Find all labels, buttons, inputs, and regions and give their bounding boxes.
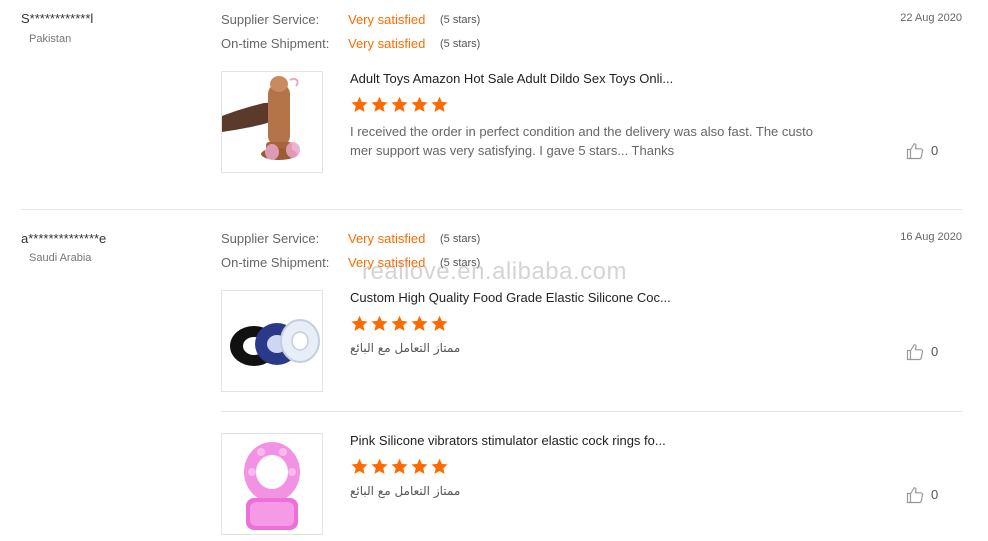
rating-stars bbox=[350, 96, 450, 118]
star-icon bbox=[410, 96, 429, 113]
star-icon bbox=[390, 96, 409, 113]
review-text: ممتاز التعامل مع البائع bbox=[350, 341, 461, 355]
shipment-label: On-time Shipment: bbox=[221, 255, 330, 270]
supplier-service-label: Supplier Service: bbox=[221, 231, 320, 246]
supplier-service-value: Very satisfied bbox=[348, 231, 426, 246]
star-icon bbox=[370, 96, 389, 113]
star-icon bbox=[390, 458, 409, 475]
star-icon bbox=[410, 315, 429, 332]
like-count: 0 bbox=[931, 143, 939, 158]
review-divider bbox=[21, 209, 962, 210]
buyer-country: Saudi Arabia bbox=[29, 252, 92, 264]
buyer-name: a**************e bbox=[21, 231, 107, 246]
review-text: I received the order in perfect conditio… bbox=[350, 122, 850, 160]
star-icon bbox=[350, 458, 369, 475]
thumbs-up-icon bbox=[906, 486, 924, 504]
product-thumbnail[interactable] bbox=[221, 71, 323, 173]
product-divider bbox=[221, 411, 962, 412]
product-thumbnail[interactable] bbox=[221, 290, 323, 392]
product-image bbox=[222, 291, 322, 391]
rating-stars bbox=[350, 315, 450, 337]
shipment-stars: (5 stars) bbox=[440, 38, 481, 50]
thumbs-up-icon bbox=[906, 343, 924, 361]
product-image bbox=[222, 434, 322, 534]
star-icon bbox=[350, 96, 369, 113]
shipment-value: Very satisfied bbox=[348, 36, 426, 51]
supplier-service-value: Very satisfied bbox=[348, 12, 426, 27]
like-count: 0 bbox=[931, 487, 939, 502]
star-icon bbox=[370, 315, 389, 332]
thumbs-up-icon bbox=[906, 142, 924, 160]
buyer-country: Pakistan bbox=[29, 33, 72, 45]
product-name-link[interactable]: Custom High Quality Food Grade Elastic S… bbox=[350, 290, 671, 305]
watermark: reallove.en.alibaba.com bbox=[362, 258, 627, 285]
review-date: 22 Aug 2020 bbox=[900, 12, 962, 24]
supplier-service-label: Supplier Service: bbox=[221, 12, 320, 27]
rating-stars bbox=[350, 458, 450, 480]
like-button[interactable] bbox=[906, 486, 924, 504]
star-icon bbox=[410, 458, 429, 475]
like-count: 0 bbox=[931, 344, 939, 359]
like-button[interactable] bbox=[906, 343, 924, 361]
review-text-line: mer support was very satisfying. I gave … bbox=[350, 143, 675, 158]
star-icon bbox=[430, 315, 449, 332]
star-icon bbox=[370, 458, 389, 475]
review-text: ممتاز التعامل مع البائع bbox=[350, 484, 461, 498]
product-image bbox=[222, 72, 322, 172]
star-icon bbox=[430, 96, 449, 113]
review-date: 16 Aug 2020 bbox=[900, 231, 962, 243]
product-name-link[interactable]: Adult Toys Amazon Hot Sale Adult Dildo S… bbox=[350, 71, 673, 86]
product-thumbnail[interactable] bbox=[221, 433, 323, 535]
like-button[interactable] bbox=[906, 142, 924, 160]
star-icon bbox=[430, 458, 449, 475]
buyer-name: S************l bbox=[21, 11, 94, 26]
product-name-link[interactable]: Pink Silicone vibrators stimulator elast… bbox=[350, 433, 666, 448]
shipment-label: On-time Shipment: bbox=[221, 36, 330, 51]
supplier-service-stars: (5 stars) bbox=[440, 233, 481, 245]
star-icon bbox=[390, 315, 409, 332]
review-text-line: I received the order in perfect conditio… bbox=[350, 124, 813, 139]
supplier-service-stars: (5 stars) bbox=[440, 14, 481, 26]
star-icon bbox=[350, 315, 369, 332]
